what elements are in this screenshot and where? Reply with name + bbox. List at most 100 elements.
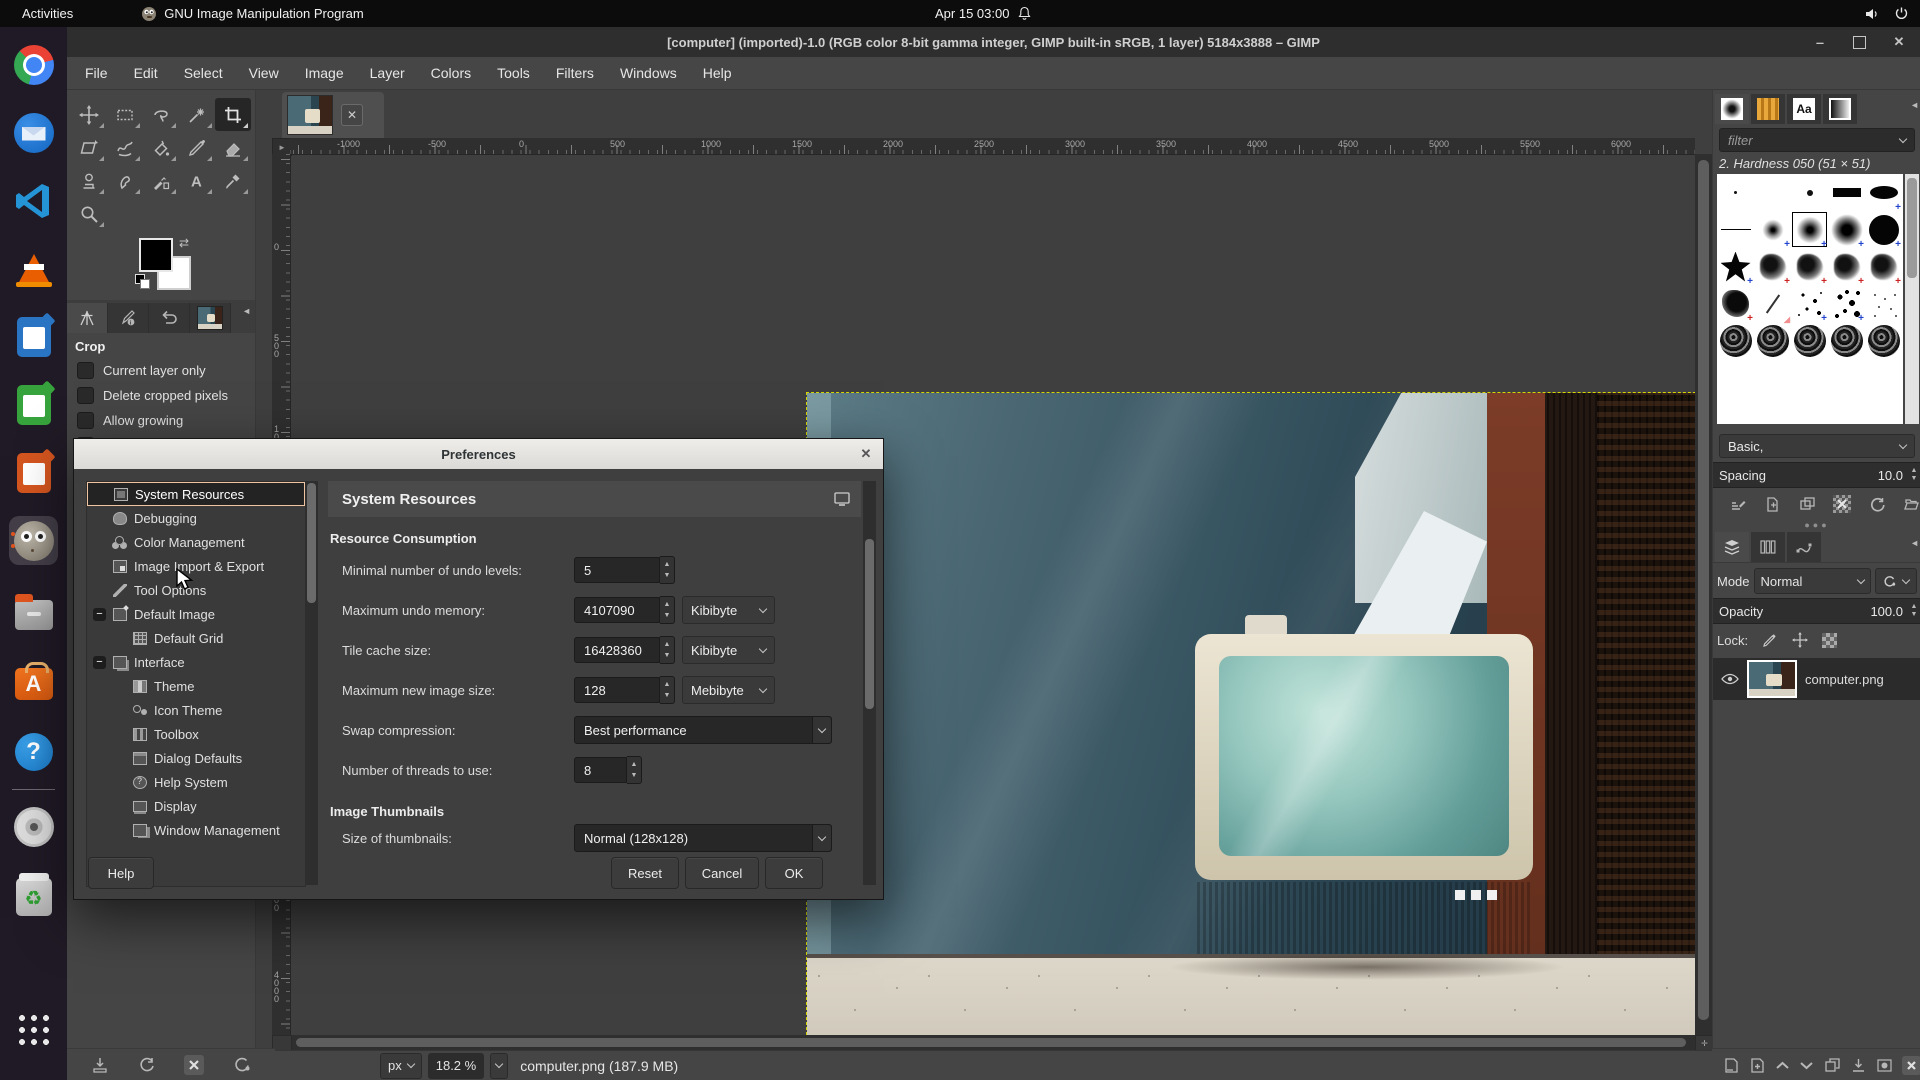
open-brush-folder-icon[interactable] <box>1903 496 1920 513</box>
layer-row-selected[interactable]: computer.png <box>1713 658 1920 700</box>
tab-brushes[interactable] <box>1715 94 1749 124</box>
zoom-dropdown[interactable] <box>490 1053 508 1079</box>
content-scrollbar[interactable] <box>863 481 876 885</box>
launcher-vscode[interactable] <box>9 176 58 225</box>
prefs-category-item[interactable]: − Dialog Defaults <box>87 746 305 770</box>
dock-menu-arrow-icon[interactable]: ◄ <box>242 306 251 316</box>
cancel-button[interactable]: Cancel <box>685 857 759 889</box>
image-tab-close-icon[interactable]: ✕ <box>341 104 363 126</box>
prefs-category-item[interactable]: − Display <box>87 794 305 818</box>
brush-swatch[interactable] <box>1791 285 1828 322</box>
canvas-image[interactable] <box>807 393 1695 1035</box>
tool-text[interactable]: A <box>179 164 215 197</box>
tab-channels[interactable] <box>1751 532 1785 562</box>
new-brush-icon[interactable] <box>1764 496 1781 513</box>
brush-swatch[interactable] <box>1865 322 1902 359</box>
layer-mode-dropdown[interactable]: Normal <box>1754 568 1871 594</box>
delete-tool-preset-icon[interactable] <box>184 1055 204 1075</box>
lock-position-icon[interactable] <box>1792 632 1808 648</box>
brush-swatch[interactable] <box>1865 174 1902 211</box>
brush-swatch[interactable] <box>1828 248 1865 285</box>
thumb-size-dropdown[interactable]: Normal (128x128) <box>574 824 832 852</box>
menu-item[interactable]: Windows <box>620 65 677 81</box>
brush-swatch[interactable] <box>1865 211 1902 248</box>
duplicate-layer-icon[interactable] <box>1824 1057 1841 1074</box>
edit-brush-icon[interactable] <box>1730 496 1747 513</box>
brush-swatch[interactable] <box>1717 285 1754 322</box>
tile-cache-input[interactable]: 16428360 <box>574 637 660 663</box>
checkbox[interactable] <box>77 387 94 404</box>
dock-menu-arrow-icon[interactable]: ◄ <box>1910 100 1919 110</box>
restore-tool-preset-icon[interactable] <box>138 1056 156 1074</box>
brush-swatch[interactable] <box>1791 211 1828 248</box>
spinner-buttons[interactable]: ▲▼ <box>660 556 675 584</box>
launcher-help[interactable] <box>9 727 58 776</box>
launcher-lo-calc[interactable] <box>9 380 58 429</box>
raise-layer-icon[interactable] <box>1775 1058 1790 1073</box>
menu-item[interactable]: File <box>85 65 108 81</box>
activities-button[interactable]: Activities <box>14 6 81 21</box>
default-colors-icon[interactable] <box>135 274 149 288</box>
tool-unified-transform[interactable] <box>71 131 107 164</box>
foreground-color-swatch[interactable] <box>139 238 173 272</box>
tool-paintbrush[interactable] <box>179 131 215 164</box>
brush-swatch[interactable] <box>1717 174 1754 211</box>
brush-spacing-slider[interactable]: Spacing 10.0 ▲▼ <box>1713 462 1920 488</box>
category-list-scrollbar[interactable] <box>305 481 318 885</box>
new-layer-icon[interactable] <box>1723 1057 1740 1074</box>
show-applications-button[interactable] <box>9 1005 58 1054</box>
brush-swatch[interactable] <box>1791 174 1828 211</box>
launcher-vlc[interactable] <box>9 244 58 293</box>
menu-item[interactable]: View <box>249 65 279 81</box>
undo-levels-input[interactable]: 5 <box>574 557 660 583</box>
swap-colors-icon[interactable]: ⇄ <box>179 236 189 250</box>
menu-item[interactable]: Filters <box>556 65 594 81</box>
layer-opacity-slider[interactable]: Opacity 100.0 ▲▼ <box>1713 598 1920 624</box>
prefs-category-item[interactable]: − Default Grid <box>87 626 305 650</box>
tool-color-picker[interactable] <box>215 164 251 197</box>
dropdown-button[interactable] <box>812 825 831 851</box>
merge-anchor-icon[interactable] <box>1850 1057 1867 1074</box>
brush-swatch[interactable] <box>1754 211 1791 248</box>
launcher-trash[interactable] <box>9 872 58 921</box>
max-new-image-input[interactable]: 128 <box>574 677 660 703</box>
brush-swatch[interactable] <box>1791 322 1828 359</box>
tab-tool-options[interactable] <box>67 303 108 333</box>
delete-layer-icon[interactable] <box>1902 1056 1920 1075</box>
brush-swatch[interactable] <box>1828 174 1865 211</box>
clock-menu[interactable]: Apr 15 03:00 <box>935 0 1033 27</box>
brush-swatch[interactable] <box>1754 174 1791 211</box>
tab-patterns[interactable] <box>1751 94 1785 124</box>
spinner-buttons[interactable]: ▲▼ <box>627 756 642 784</box>
reset-tool-options-icon[interactable] <box>233 1056 251 1074</box>
prefs-category-item[interactable]: − Window Management <box>87 818 305 842</box>
duplicate-brush-icon[interactable] <box>1799 496 1816 513</box>
launcher-thunderbird[interactable] <box>9 108 58 157</box>
launcher-lo-writer[interactable] <box>9 312 58 361</box>
brush-swatch[interactable] <box>1717 322 1754 359</box>
menu-item[interactable]: Layer <box>370 65 405 81</box>
undo-memory-unit-dropdown[interactable]: Kibibyte <box>682 596 775 624</box>
expander-minus-icon[interactable]: − <box>93 608 106 621</box>
close-button[interactable]: ✕ <box>1892 34 1906 50</box>
prefs-category-item[interactable]: − Default Image <box>87 602 305 626</box>
tab-undo-history[interactable] <box>149 303 190 333</box>
checkbox[interactable] <box>77 412 94 429</box>
delete-brush-icon[interactable] <box>1833 495 1851 513</box>
prefs-category-item[interactable]: − Theme <box>87 674 305 698</box>
dock-resize-handle[interactable]: ●●● <box>1713 520 1920 530</box>
tool-free-select[interactable] <box>143 98 179 131</box>
launcher-software[interactable] <box>9 657 58 706</box>
menu-item[interactable]: Tools <box>497 65 530 81</box>
spinner-buttons[interactable]: ▲▼ <box>660 596 675 624</box>
tool-smudge[interactable] <box>107 164 143 197</box>
tool-zoom[interactable] <box>71 197 107 230</box>
tool-eraser[interactable] <box>215 131 251 164</box>
brush-grid-scrollbar[interactable] <box>1905 174 1919 424</box>
brush-preset-dropdown[interactable]: Basic, <box>1719 434 1915 458</box>
tab-layers[interactable] <box>1715 532 1749 562</box>
brush-swatch[interactable] <box>1717 211 1754 248</box>
image-tab[interactable]: ✕ <box>282 92 384 138</box>
menu-item[interactable]: Select <box>184 65 223 81</box>
layer-visibility-eye-icon[interactable] <box>1721 672 1739 686</box>
